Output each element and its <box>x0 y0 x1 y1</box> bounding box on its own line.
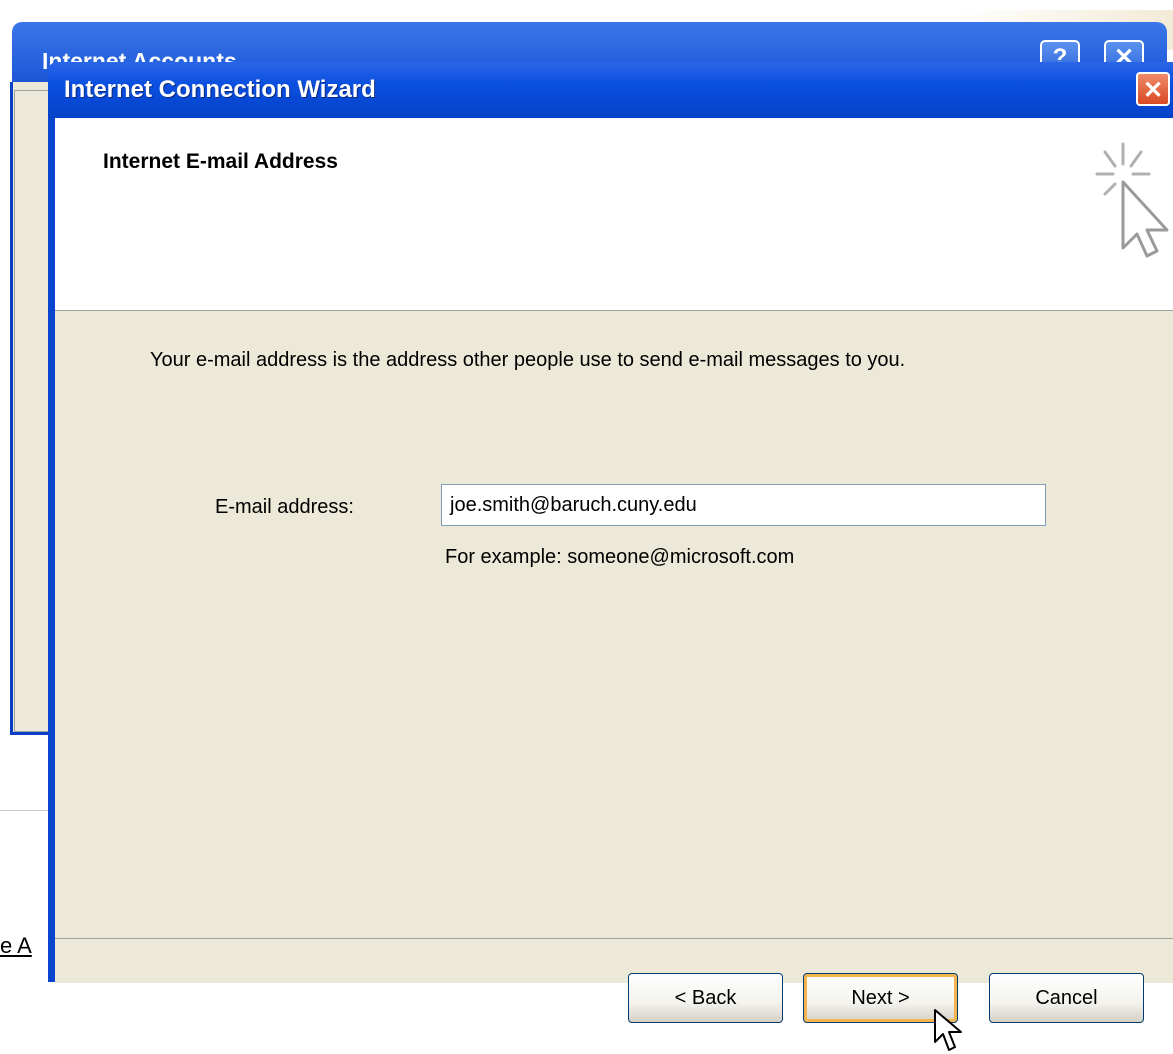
page-title: Internet E-mail Address <box>103 150 338 173</box>
mouse-pointer-icon <box>934 1009 962 1051</box>
email-field[interactable]: joe.smith@baruch.cuny.edu <box>441 484 1046 526</box>
wizard-footer: < Back Next > Cancel <box>55 938 1173 1051</box>
wizard-close-button[interactable]: ✕ <box>1136 72 1170 106</box>
internet-accounts-separator <box>0 810 48 811</box>
wizard-body: Your e-mail address is the address other… <box>55 311 1173 938</box>
wizard-title: Internet Connection Wizard <box>64 76 376 103</box>
cancel-button[interactable]: Cancel <box>989 973 1144 1023</box>
wizard-left-frame <box>48 118 55 982</box>
back-button[interactable]: < Back <box>628 973 783 1023</box>
wizard-header: Internet E-mail Address <box>55 118 1173 311</box>
wizard-titlebar[interactable]: Internet Connection Wizard ✕ <box>48 62 1173 118</box>
email-example-text: For example: someone@microsoft.com <box>445 546 795 568</box>
email-label: E-mail address: <box>215 496 354 518</box>
description-text: Your e-mail address is the address other… <box>150 349 906 371</box>
internet-connection-wizard: Internet Connection Wizard ✕ Internet E-… <box>48 62 1173 1051</box>
internet-accounts-link[interactable]: e A <box>0 933 32 959</box>
wizard-wand-cursor-icon <box>1095 142 1169 258</box>
